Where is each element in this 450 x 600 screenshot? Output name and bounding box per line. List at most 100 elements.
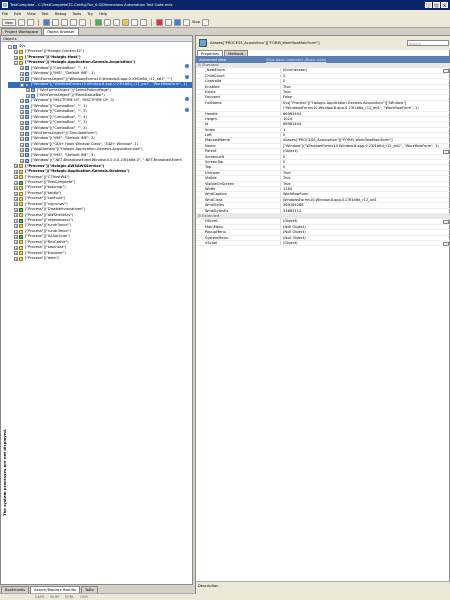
- dropdown-icon[interactable]: [202, 18, 210, 26]
- expand-icon[interactable]: +: [14, 240, 18, 245]
- expand-icon[interactable]: +: [14, 213, 18, 218]
- ellipsis-button[interactable]: [443, 68, 449, 73]
- property-grid[interactable]: ⊟ Standard _NewEnum (Enumerator) ChildCount…: [196, 63, 450, 573]
- expand-icon[interactable]: +: [14, 218, 18, 223]
- expand-icon[interactable]: +: [14, 196, 18, 201]
- expand-icon[interactable]: +: [14, 191, 18, 196]
- expand-icon[interactable]: +: [20, 137, 24, 142]
- expand-icon[interactable]: +: [20, 120, 24, 125]
- property-value[interactable]: Aliases["PROCESS_Acquisition"]["FORM_Wor…: [281, 138, 450, 142]
- property-value[interactable]: 2: [281, 74, 450, 78]
- expand-icon[interactable]: +: [20, 109, 24, 114]
- tab-search-replace-results[interactable]: Search/Replace Results: [30, 586, 80, 593]
- property-value[interactable]: (Object): [281, 219, 443, 223]
- tab-bookmarks[interactable]: Bookmarks: [1, 586, 30, 593]
- ellipsis-button[interactable]: [443, 149, 449, 154]
- highlight-icon[interactable]: [185, 75, 189, 79]
- expand-icon[interactable]: +: [14, 164, 18, 169]
- tab-todo[interactable]: ToDo: [80, 586, 98, 593]
- property-value[interactable]: Sys["Process"]("Hologic.Application.Gene…: [281, 101, 450, 111]
- expand-icon[interactable]: +: [14, 175, 18, 180]
- collapse-icon[interactable]: -: [20, 82, 24, 87]
- expand-icon[interactable]: +: [20, 104, 24, 109]
- expand-icon[interactable]: +: [14, 229, 18, 234]
- property-value[interactable]: (Null Object): [281, 236, 450, 240]
- menu-edit[interactable]: Edit: [14, 12, 21, 16]
- property-value[interactable]: 0: [281, 165, 450, 169]
- new-button[interactable]: New: [2, 18, 16, 26]
- tab-object-browser[interactable]: Object Browser: [43, 28, 79, 35]
- expand-icon[interactable]: +: [14, 50, 18, 55]
- expand-icon[interactable]: +: [20, 158, 24, 163]
- debug-icon[interactable]: [130, 18, 138, 26]
- menu-help[interactable]: Help: [99, 12, 107, 16]
- expand-icon[interactable]: +: [26, 93, 30, 98]
- property-value[interactable]: 369164288: [281, 203, 450, 207]
- paste-icon[interactable]: [60, 18, 68, 26]
- property-value[interactable]: (Object): [281, 149, 443, 153]
- property-value[interactable]: 33882112: [281, 209, 450, 213]
- property-row[interactable]: FullName Sys["Process"]("Hologic.Applicat…: [196, 100, 450, 112]
- expand-icon[interactable]: +: [14, 224, 18, 229]
- property-value[interactable]: 0: [281, 160, 450, 164]
- expand-icon[interactable]: +: [14, 186, 18, 191]
- stop-icon[interactable]: [182, 18, 190, 26]
- collapse-icon[interactable]: -: [14, 61, 18, 66]
- property-value[interactable]: True: [281, 171, 450, 175]
- property-value[interactable]: 1024: [281, 117, 450, 121]
- property-value[interactable]: 66981404: [281, 122, 450, 126]
- property-value[interactable]: False: [281, 95, 450, 99]
- property-value[interactable]: True: [281, 85, 450, 89]
- property-value[interactable]: 66981404: [281, 112, 450, 116]
- expand-icon[interactable]: +: [14, 207, 18, 212]
- expand-icon[interactable]: +: [14, 202, 18, 207]
- maximize-button[interactable]: □: [433, 2, 440, 8]
- expand-icon[interactable]: +: [20, 66, 24, 71]
- collapse-icon[interactable]: -: [8, 44, 12, 49]
- run-icon[interactable]: [94, 18, 102, 26]
- property-value[interactable]: True: [281, 182, 450, 186]
- property-value[interactable]: 1280: [281, 187, 450, 191]
- property-value[interactable]: True: [281, 90, 450, 94]
- tools-icon[interactable]: [139, 18, 147, 26]
- close-button[interactable]: ×: [441, 2, 448, 8]
- expand-icon[interactable]: +: [20, 153, 24, 158]
- property-value[interactable]: True: [281, 176, 450, 180]
- property-value[interactable]: (Object): [281, 241, 443, 245]
- ellipsis-button[interactable]: [443, 241, 449, 246]
- object-tree[interactable]: - Sys + ["Process"]("Hologic.Generic32") + ["…: [8, 44, 192, 584]
- expand-icon[interactable]: +: [20, 142, 24, 147]
- menu-debug[interactable]: Debug: [55, 12, 67, 16]
- expand-icon[interactable]: +: [20, 131, 24, 136]
- cut-icon[interactable]: [42, 18, 50, 26]
- expand-icon[interactable]: +: [14, 169, 18, 174]
- expand-icon[interactable]: +: [14, 180, 18, 185]
- tab-project-workspace[interactable]: Project Workspace: [1, 28, 43, 35]
- property-value[interactable]: ["Window"]("WindowsForms10.Window.8.app.…: [281, 144, 450, 148]
- record-icon[interactable]: [121, 18, 129, 26]
- refresh-icon[interactable]: [185, 64, 189, 68]
- expand-icon[interactable]: +: [14, 55, 18, 60]
- property-value[interactable]: 0: [281, 133, 450, 137]
- expand-icon[interactable]: +: [20, 71, 24, 76]
- property-value[interactable]: 0: [281, 79, 450, 83]
- undo-icon[interactable]: [69, 18, 77, 26]
- pause-icon[interactable]: [112, 18, 120, 26]
- property-row[interactable]: VScroll (Object): [196, 240, 450, 247]
- step-icon[interactable]: [103, 18, 111, 26]
- property-value[interactable]: (Enumerator): [281, 68, 443, 72]
- menu-tools[interactable]: Tools: [72, 12, 81, 16]
- property-value[interactable]: (Null Object): [281, 225, 450, 229]
- expand-icon[interactable]: +: [20, 77, 24, 82]
- ellipsis-button[interactable]: [443, 219, 449, 224]
- object-spy-icon[interactable]: [173, 18, 181, 26]
- highlight-icon[interactable]: [185, 108, 189, 112]
- search-input[interactable]: Search: [407, 40, 449, 46]
- menu-test[interactable]: Test: [42, 12, 49, 16]
- expand-icon[interactable]: +: [20, 126, 24, 131]
- tree-node[interactable]: + ["Process"]("dwm"): [8, 256, 192, 261]
- open-icon[interactable]: [17, 18, 25, 26]
- menu-view[interactable]: View: [27, 12, 36, 16]
- expand-icon[interactable]: +: [14, 245, 18, 250]
- expand-icon[interactable]: +: [20, 99, 24, 104]
